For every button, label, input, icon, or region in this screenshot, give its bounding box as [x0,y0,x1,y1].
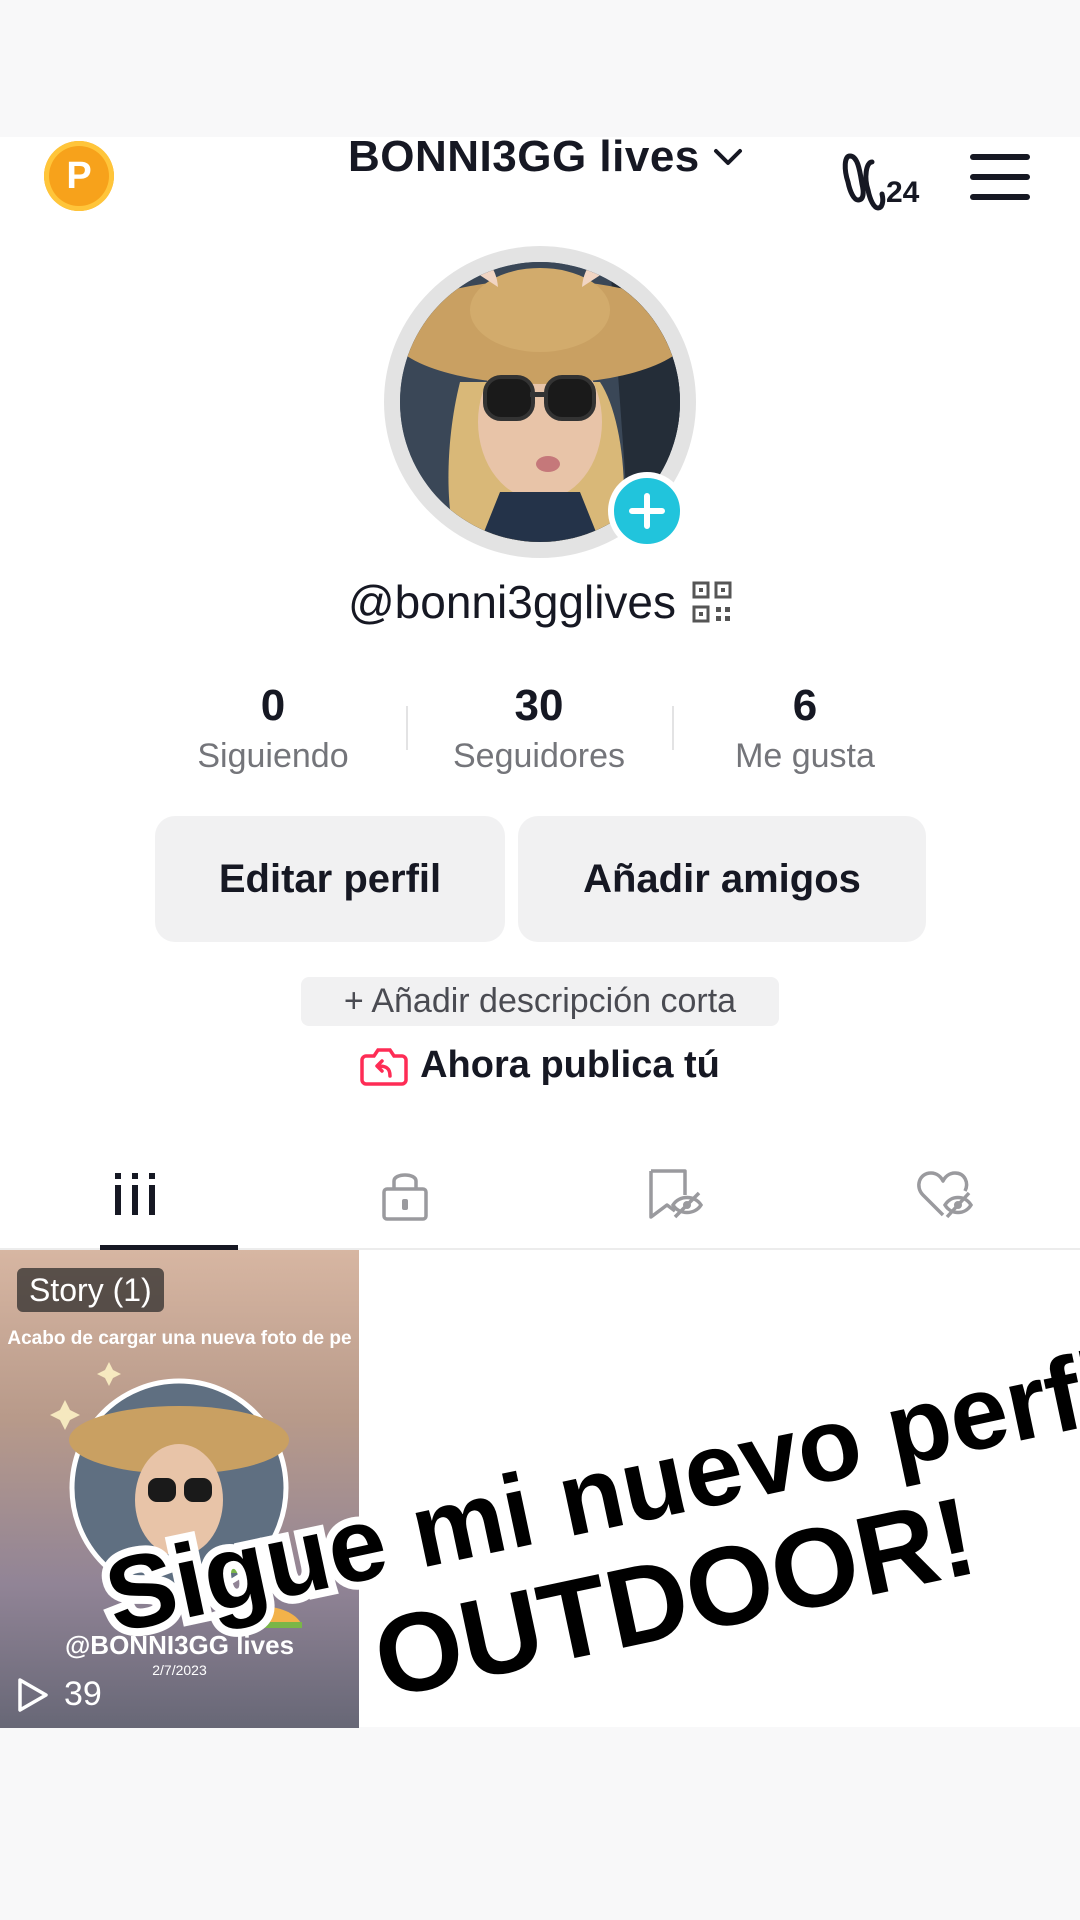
heart-hidden-icon [917,1171,974,1219]
plus-icon [629,493,665,529]
thumbnail-handle: @BONNI3GG lives [64,1630,295,1660]
username-row: @bonni3gglives [0,575,1080,629]
profile-stats: 0 Siguiendo 30 Seguidores 6 Me gusta [140,680,940,790]
stat-value: 30 [514,681,564,730]
story-badge: Story (1) [17,1268,164,1312]
view-count-value: 39 [64,1675,102,1713]
footprint-count: 24 [886,176,920,209]
stat-likes[interactable]: 6 Me gusta [672,680,938,790]
publish-prompt[interactable]: Ahora publica tú [0,1044,1080,1087]
menu-icon[interactable] [970,154,1030,200]
stat-label: Seguidores [452,737,625,775]
play-icon [18,1677,48,1712]
content-tabs [0,1140,1080,1250]
account-switcher[interactable]: BONNI3GG lives [348,128,746,186]
stat-followers[interactable]: 30 Seguidores [406,680,672,790]
publish-prompt-label: Ahora publica tú [420,1044,720,1086]
qr-code-icon[interactable] [692,581,732,623]
add-friends-button[interactable]: Añadir amigos [518,816,926,942]
tab-videos[interactable] [0,1140,270,1250]
account-name: BONNI3GG lives [348,132,700,181]
tab-saved[interactable] [540,1140,810,1248]
add-avatar-button[interactable] [608,472,686,550]
chevron-down-icon [713,149,742,165]
tab-private[interactable] [270,1140,540,1248]
video-thumbnail[interactable]: Acabo de cargar una nueva foto de pe Sto… [0,1250,359,1728]
view-count: 39 [16,1675,102,1714]
tab-liked[interactable] [810,1140,1080,1248]
stat-label: Siguiendo [197,737,349,775]
stat-following[interactable]: 0 Siguiendo [140,680,406,790]
bookmark-hidden-icon [649,1169,704,1219]
username: @bonni3gglives [347,576,677,628]
points-badge[interactable]: P [44,141,114,211]
add-bio-button[interactable]: + Añadir descripción corta [301,977,779,1026]
edit-profile-button[interactable]: Editar perfil [155,816,505,942]
stat-label: Me gusta [735,737,875,775]
stat-value: 6 [792,681,818,730]
lock-icon [382,1173,428,1221]
bottom-area [0,1727,1080,1920]
grid-icon [115,1173,155,1215]
camera-share-icon [360,1047,408,1086]
status-bar-area [0,0,1080,137]
stat-value: 0 [260,681,286,730]
